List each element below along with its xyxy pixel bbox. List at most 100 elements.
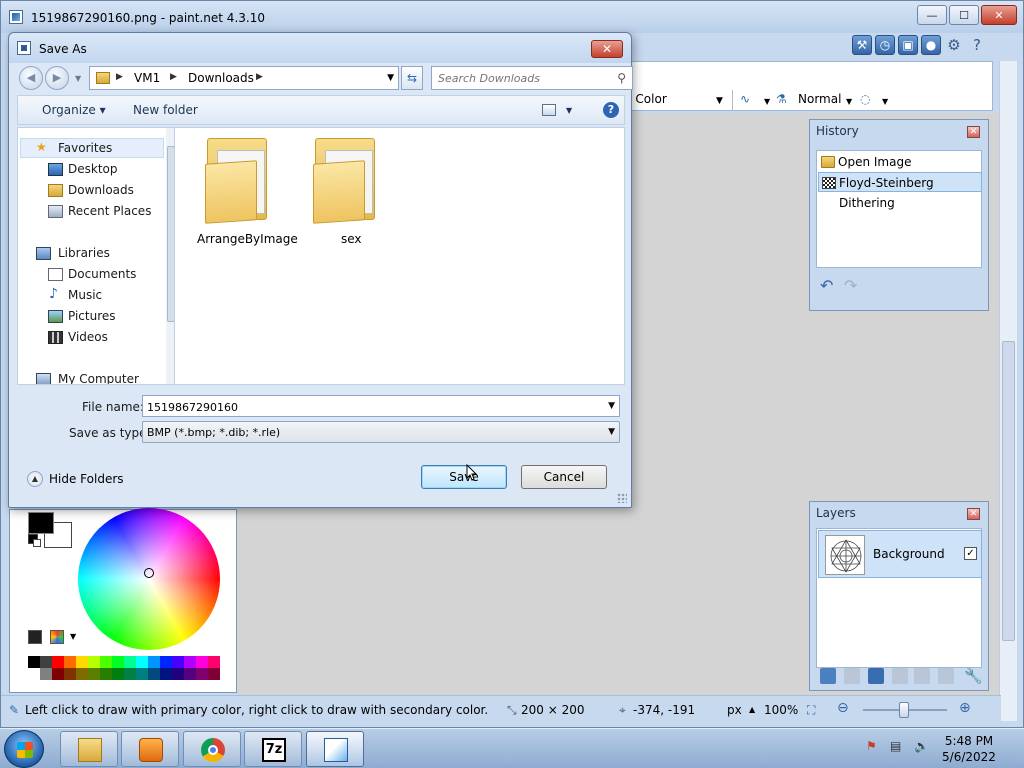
volume-icon[interactable]: 🔈 — [914, 739, 929, 753]
layers-window-icon[interactable]: ▣ — [898, 35, 918, 55]
nav-desktop[interactable]: Desktop — [68, 162, 118, 176]
layer-row[interactable]: Background ✓ — [818, 530, 982, 578]
dialog-close-button[interactable]: ✕ — [591, 40, 623, 58]
reset-colors-icon[interactable] — [28, 534, 41, 547]
layer-visible-checkbox[interactable]: ✓ — [964, 547, 977, 560]
recent-locations-dropdown-icon[interactable]: ▼ — [75, 74, 81, 83]
layers-close-icon[interactable]: ✕ — [967, 508, 980, 520]
canvas-vertical-scrollbar[interactable] — [999, 61, 1017, 721]
file-name-input[interactable] — [147, 399, 587, 415]
folder-name[interactable]: ArrangeByImage — [197, 232, 298, 246]
units-selector[interactable]: px — [727, 703, 742, 717]
scrollbar-thumb[interactable] — [1002, 341, 1015, 641]
antialias-icon[interactable]: ∿ — [740, 92, 750, 106]
undo-icon[interactable]: ↶ — [820, 276, 833, 295]
view-dropdown-icon[interactable]: ▼ — [566, 106, 572, 115]
delete-layer-icon[interactable] — [844, 668, 860, 684]
help-icon[interactable]: ? — [603, 102, 619, 118]
nav-pictures[interactable]: Pictures — [68, 309, 116, 323]
palette-dropdown-icon[interactable]: ▼ — [70, 632, 76, 641]
resize-grip-icon[interactable] — [617, 493, 627, 503]
save-button[interactable]: Save — [421, 465, 507, 489]
history-item[interactable]: Floyd-Steinberg Dithering — [818, 172, 982, 210]
nav-documents[interactable]: Documents — [68, 267, 136, 281]
history-close-icon[interactable]: ✕ — [967, 126, 980, 138]
refresh-icon[interactable]: ⇆ — [401, 66, 423, 90]
history-item[interactable]: Open Image — [818, 152, 982, 172]
maximize-button[interactable]: ☐ — [949, 5, 979, 25]
zoom-level[interactable]: 100% — [764, 703, 798, 717]
back-arrow-icon[interactable]: ◀ — [19, 66, 43, 90]
move-layer-down-icon[interactable] — [938, 668, 954, 684]
blend-mode-label[interactable]: Normal — [798, 92, 841, 106]
color-palette[interactable] — [28, 656, 220, 682]
cancel-button[interactable]: Cancel — [521, 465, 607, 489]
taskbar-media-player[interactable] — [121, 731, 179, 767]
color-wheel[interactable] — [78, 508, 220, 650]
antialias-dropdown-icon[interactable]: ▼ — [764, 97, 770, 106]
merge-layer-icon[interactable] — [892, 668, 908, 684]
chevron-up-icon[interactable]: ▲ — [27, 471, 43, 487]
taskbar-explorer[interactable] — [60, 731, 118, 767]
selection-mode-icon[interactable]: ◌ — [860, 92, 870, 106]
units-dropdown-icon[interactable]: ▲ — [749, 705, 755, 714]
taskbar-chrome[interactable] — [183, 731, 241, 767]
action-center-flag-icon[interactable]: ⚑ — [866, 739, 877, 753]
main-title-bar[interactable]: 1519867290160.png - paint.net 4.3.10 — ☐… — [1, 1, 1023, 33]
change-view-icon[interactable] — [542, 104, 556, 116]
duplicate-layer-icon[interactable] — [868, 668, 884, 684]
nav-pane-scroll-thumb[interactable] — [167, 146, 174, 322]
forward-arrow-icon[interactable]: ▶ — [45, 66, 69, 90]
taskbar-7zip[interactable]: 7z — [244, 731, 302, 767]
history-window-icon[interactable]: ◷ — [875, 35, 895, 55]
hide-folders-label[interactable]: Hide Folders — [49, 472, 124, 486]
settings-gear-icon[interactable]: ⚙ — [944, 35, 964, 55]
save-type-dropdown-icon[interactable]: ▼ — [608, 427, 615, 437]
selection-mode-dropdown-icon[interactable]: ▼ — [882, 97, 888, 106]
nav-my-computer[interactable]: My Computer — [58, 372, 139, 384]
help-icon[interactable]: ? — [967, 35, 987, 55]
nav-pane-scrollbar[interactable] — [166, 128, 174, 384]
add-layer-icon[interactable] — [820, 668, 836, 684]
fill-dropdown-arrow-icon[interactable]: ▼ — [716, 96, 723, 106]
taskbar-paintnet[interactable] — [306, 731, 364, 767]
chevron-right-icon[interactable]: ▶ — [256, 72, 263, 82]
search-icon[interactable]: ⚲ — [617, 71, 626, 85]
zoom-slider-thumb[interactable] — [899, 702, 909, 718]
folder-item[interactable] — [199, 132, 271, 224]
taskbar-clock[interactable]: 5:48 PM 5/6/2022 — [936, 733, 1002, 765]
layer-properties-wrench-icon[interactable]: 🔧 — [964, 668, 983, 684]
address-dropdown-icon[interactable]: ▼ — [387, 73, 394, 83]
breadcrumb-vm1[interactable]: VM1 — [134, 71, 160, 85]
file-name-field[interactable]: ▼ — [142, 395, 620, 417]
redo-icon[interactable]: ↷ — [844, 276, 857, 295]
search-box[interactable]: ⚲ — [431, 66, 633, 90]
close-button[interactable]: ✕ — [981, 5, 1017, 25]
nav-downloads[interactable]: Downloads — [68, 183, 134, 197]
palette-menu-icon[interactable] — [50, 630, 64, 644]
folder-item[interactable] — [307, 132, 379, 224]
chevron-right-icon[interactable]: ▶ — [116, 72, 123, 82]
colors-window-icon[interactable]: ● — [921, 35, 941, 55]
zoom-out-icon[interactable]: ⊖ — [837, 700, 849, 716]
nav-libraries[interactable]: Libraries — [58, 246, 110, 260]
nav-music[interactable]: Music — [68, 288, 102, 302]
address-bar[interactable]: ▶ VM1 ▶ Downloads ▶ ▼ — [89, 66, 399, 90]
file-name-dropdown-icon[interactable]: ▼ — [608, 401, 615, 411]
save-type-select[interactable]: BMP (*.bmp; *.dib; *.rle) ▼ — [142, 421, 620, 443]
organize-button[interactable]: Organize ▾ — [42, 103, 106, 117]
start-button[interactable] — [4, 730, 44, 768]
folder-name[interactable]: sex — [341, 232, 362, 246]
primary-color-swatch[interactable] — [28, 512, 54, 534]
zoom-to-window-icon[interactable]: ⛶ — [807, 703, 815, 718]
dialog-title-bar[interactable]: Save As ✕ — [9, 33, 631, 63]
new-folder-button[interactable]: New folder — [133, 103, 198, 117]
nav-videos[interactable]: Videos — [68, 330, 108, 344]
blend-mode-dropdown-icon[interactable]: ▼ — [846, 97, 852, 106]
chevron-right-icon[interactable]: ▶ — [170, 72, 177, 82]
nav-favorites[interactable]: Favorites — [58, 141, 112, 155]
breadcrumb-downloads[interactable]: Downloads — [188, 71, 254, 85]
move-layer-up-icon[interactable] — [914, 668, 930, 684]
palette-add-icon[interactable] — [28, 630, 42, 644]
tools-window-icon[interactable]: ⚒ — [852, 35, 872, 55]
